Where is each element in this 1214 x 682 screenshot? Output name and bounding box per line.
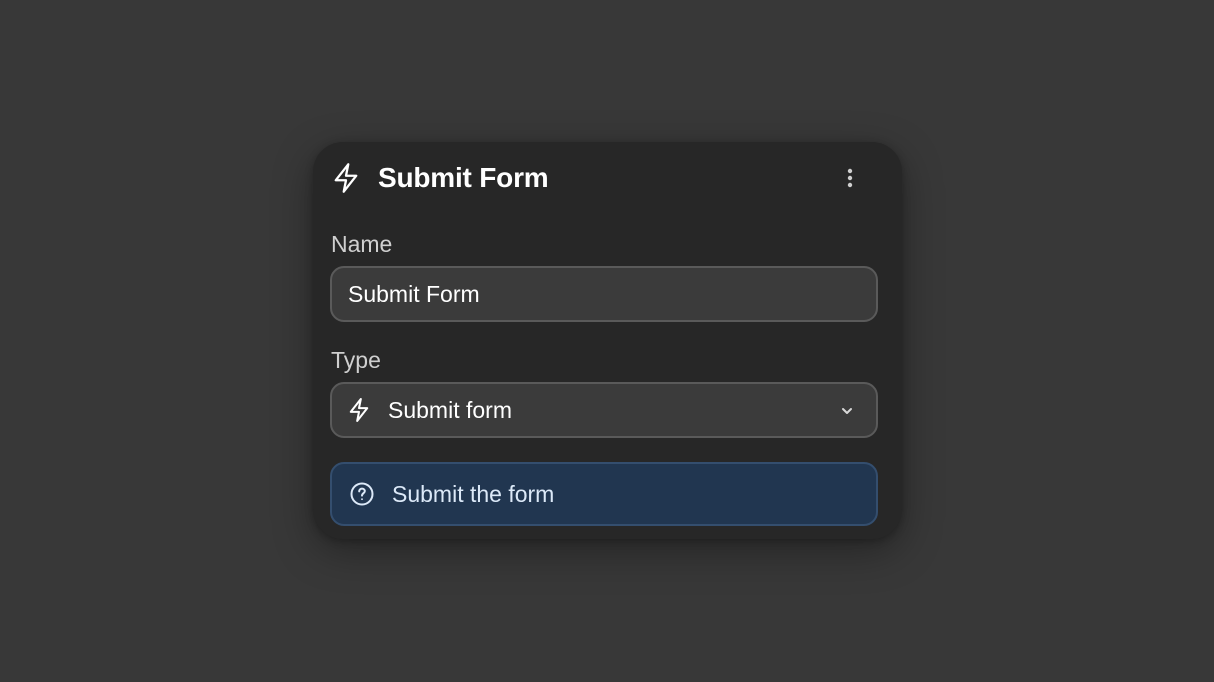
type-selected-value: Submit form [388, 397, 512, 423]
chevron-down-icon [838, 402, 856, 420]
question-circle-icon [349, 481, 375, 507]
panel-title: Submit Form [378, 162, 549, 193]
type-field-label: Type [331, 347, 381, 373]
name-input[interactable] [348, 280, 848, 308]
more-vertical-icon [847, 168, 853, 188]
lightning-bolt-icon [332, 162, 360, 194]
info-callout: Submit the form [330, 462, 878, 526]
panel-header: Submit Form [313, 142, 902, 214]
name-field[interactable] [330, 266, 878, 322]
submit-form-panel: Submit Form Name Type Submit form [313, 142, 902, 539]
name-field-label: Name [331, 231, 393, 257]
more-options-button[interactable] [838, 164, 862, 192]
type-select[interactable]: Submit form [330, 382, 878, 438]
lightning-bolt-icon [348, 397, 370, 423]
info-text: Submit the form [392, 481, 555, 507]
